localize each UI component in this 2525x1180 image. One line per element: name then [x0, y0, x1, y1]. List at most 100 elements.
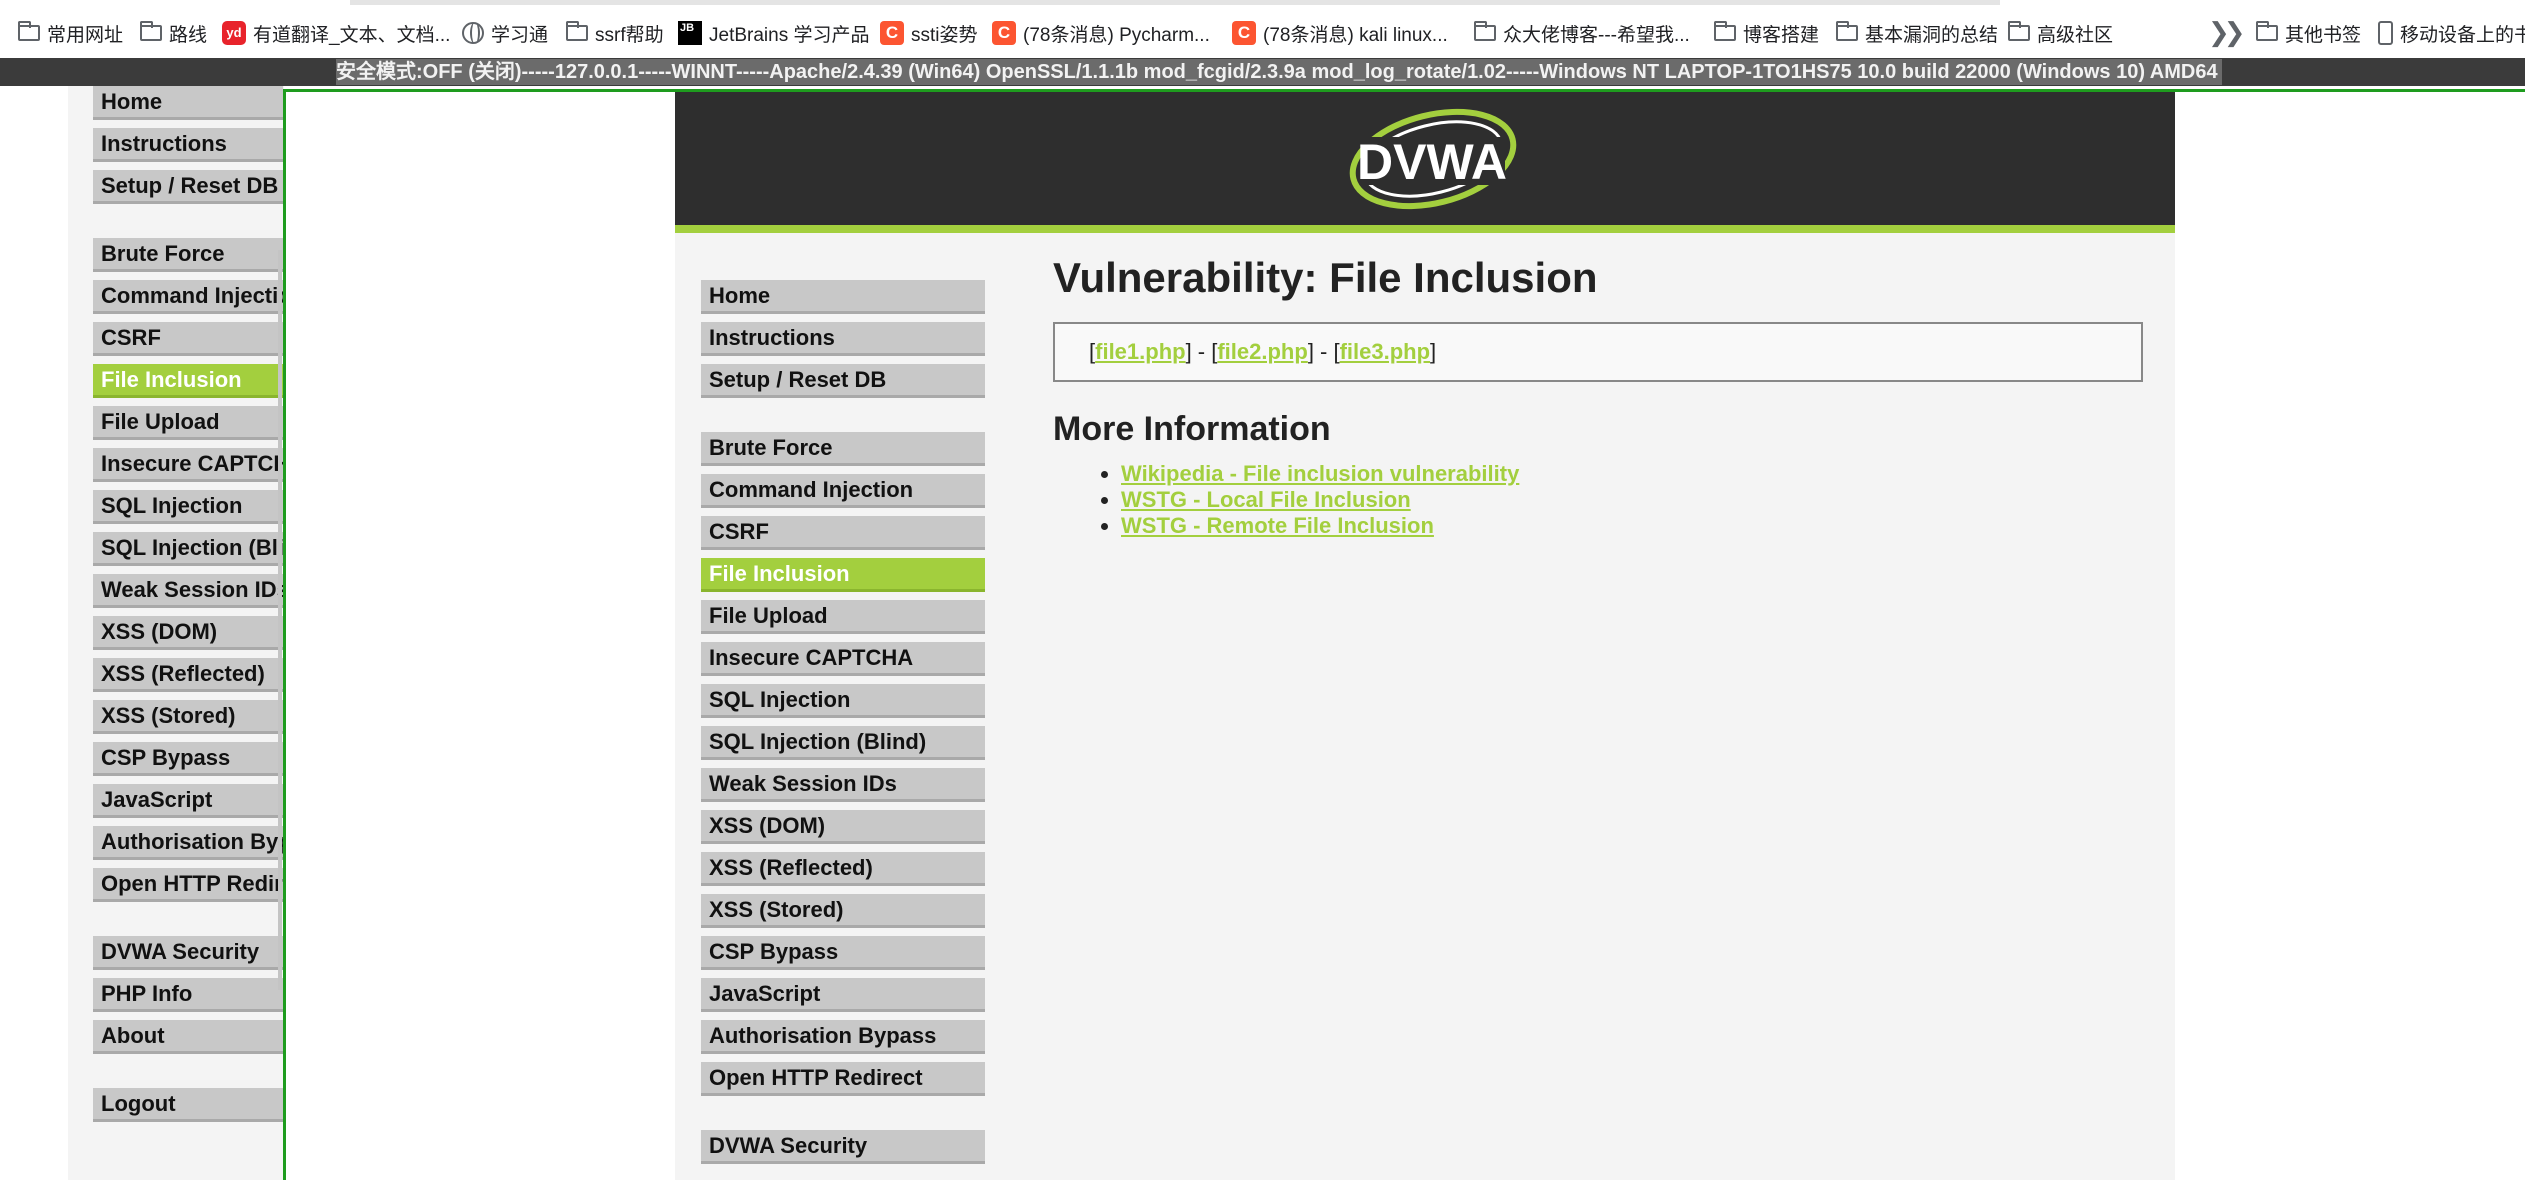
globe-icon [462, 22, 484, 44]
outer-menu-insecure-captcha[interactable]: Insecure CAPTCHA [93, 448, 283, 482]
bookmark-13[interactable]: 高级社区 [2008, 19, 2113, 47]
dvwa-page: DVWA Home Instructions Setup / Reset DB … [675, 92, 2175, 1180]
bookmarks-bar: 常用网址 路线 yd 有道翻译_文本、文档... 学习通 ssrf帮助 JB Jet… [0, 0, 2525, 58]
bookmark-4[interactable]: 学习通 [462, 19, 548, 47]
sidebar-menu: Home Instructions Setup / Reset DB Brute… [701, 280, 985, 1172]
outer-menu-weak-session-ids[interactable]: Weak Session IDs [93, 574, 283, 608]
outer-menu-csrf[interactable]: CSRF [93, 322, 283, 356]
bookmark-10[interactable]: 众大佬博客---希望我... [1474, 19, 1690, 47]
outer-menu-sql-injection-blind[interactable]: SQL Injection (Blind) [93, 532, 283, 566]
menu-command-injection[interactable]: Command Injection [701, 474, 985, 508]
other-bookmarks[interactable]: 其他书签 [2256, 19, 2361, 47]
mobile-bookmarks[interactable]: 移动设备上的书 [2378, 19, 2525, 47]
menu-insecure-captcha[interactable]: Insecure CAPTCHA [701, 642, 985, 676]
menu-csrf[interactable]: CSRF [701, 516, 985, 550]
menu-authorisation-bypass[interactable]: Authorisation Bypass [701, 1020, 985, 1054]
menu-instructions[interactable]: Instructions [701, 322, 985, 356]
bookmark-9[interactable]: C (78条消息) kali linux... [1232, 19, 1448, 47]
outer-menu-about[interactable]: About [93, 1020, 283, 1054]
bookmark-label: 有道翻译_文本、文档... [253, 24, 451, 46]
menu-xss-stored[interactable]: XSS (Stored) [701, 894, 985, 928]
folder-icon [1836, 21, 1858, 41]
menu-open-http-redirect[interactable]: Open HTTP Redirect [701, 1062, 985, 1096]
menu-file-inclusion[interactable]: File Inclusion [701, 558, 985, 592]
menu-file-upload[interactable]: File Upload [701, 600, 985, 634]
main-content: Vulnerability: File Inclusion [file1.php… [1053, 254, 2143, 539]
menu-dvwa-security[interactable]: DVWA Security [701, 1130, 985, 1164]
more-bookmarks-chevron-icon[interactable]: ❯❯ [2208, 17, 2245, 48]
bookmark-label: 学习通 [491, 24, 549, 46]
outer-menu-csp-bypass[interactable]: CSP Bypass [93, 742, 283, 776]
file-links-box: [file1.php] - [file2.php] - [file3.php] [1053, 322, 2143, 382]
list-item: Wikipedia - File inclusion vulnerability [1121, 461, 2143, 487]
folder-icon [2008, 21, 2030, 41]
bookmark-12[interactable]: 基本漏洞的总结 [1836, 19, 1998, 47]
wstg-lfi-link[interactable]: WSTG - Local File Inclusion [1121, 487, 1411, 512]
bookmark-8[interactable]: C (78条消息) Pycharm... [992, 19, 1210, 47]
outer-menu-xss-reflected[interactable]: XSS (Reflected) [93, 658, 283, 692]
server-info-bar: 安全模式:OFF (关闭)-----127.0.0.1-----WINNT---… [336, 59, 2222, 85]
menu-javascript[interactable]: JavaScript [701, 978, 985, 1012]
menu-setup-reset-db[interactable]: Setup / Reset DB [701, 364, 985, 398]
bookmark-11[interactable]: 博客搭建 [1714, 19, 1819, 47]
outer-menu-xss-dom[interactable]: XSS (DOM) [93, 616, 283, 650]
outer-menu-instructions[interactable]: Instructions [93, 128, 283, 162]
menu-xss-dom[interactable]: XSS (DOM) [701, 810, 985, 844]
bookmark-label: ssti姿势 [911, 24, 978, 46]
bookmark-6[interactable]: JB JetBrains 学习产品 [678, 19, 869, 47]
menu-sql-injection[interactable]: SQL Injection [701, 684, 985, 718]
tab-strip-edge [350, 0, 2000, 5]
outer-menu-dvwa-security[interactable]: DVWA Security [93, 936, 283, 970]
list-item: WSTG - Remote File Inclusion [1121, 513, 2143, 539]
wikipedia-link[interactable]: Wikipedia - File inclusion vulnerability [1121, 461, 1519, 486]
menu-home[interactable]: Home [701, 280, 985, 314]
bookmark-label: 其他书签 [2285, 24, 2362, 46]
bookmark-label: (78条消息) Pycharm... [1023, 24, 1210, 46]
bookmark-label: 博客搭建 [1743, 24, 1820, 46]
folder-icon [1714, 21, 1736, 41]
outer-menu-file-upload[interactable]: File Upload [93, 406, 283, 440]
bookmark-label: 移动设备上的书 [2400, 24, 2525, 46]
outer-menu-open-http-redirect[interactable]: Open HTTP Redirect [93, 868, 283, 902]
outer-menu-command-injection[interactable]: Command Injection [93, 280, 283, 314]
menu-brute-force[interactable]: Brute Force [701, 432, 985, 466]
outer-menu-javascript[interactable]: JavaScript [93, 784, 283, 818]
bookmark-label: 众大佬博客---希望我... [1503, 24, 1690, 46]
folder-icon [566, 21, 588, 41]
bookmark-label: (78条消息) kali linux... [1263, 24, 1448, 46]
file3-link[interactable]: file3.php [1340, 339, 1430, 364]
bookmark-7[interactable]: Cssti姿势 [880, 19, 978, 47]
csdn-icon: C [880, 21, 904, 45]
outer-menu-php-info[interactable]: PHP Info [93, 978, 283, 1012]
file1-link[interactable]: file1.php [1095, 339, 1185, 364]
bookmark-2[interactable]: 路线 [140, 19, 207, 47]
bookmark-label: 常用网址 [47, 24, 124, 46]
menu-weak-session-ids[interactable]: Weak Session IDs [701, 768, 985, 802]
folder-icon [18, 21, 40, 41]
menu-sql-injection-blind[interactable]: SQL Injection (Blind) [701, 726, 985, 760]
menu-csp-bypass[interactable]: CSP Bypass [701, 936, 985, 970]
outer-menu-brute-force[interactable]: Brute Force [93, 238, 283, 272]
outer-menu-xss-stored[interactable]: XSS (Stored) [93, 700, 283, 734]
dvwa-logo: DVWA [1349, 108, 1517, 210]
more-info-list: Wikipedia - File inclusion vulnerability… [1053, 461, 2143, 539]
outer-menu-sql-injection[interactable]: SQL Injection [93, 490, 283, 524]
folder-icon [2256, 21, 2278, 41]
youdao-icon: yd [222, 21, 246, 45]
bookmark-label: 高级社区 [2037, 24, 2114, 46]
outer-menu-logout[interactable]: Logout [93, 1088, 283, 1122]
file2-link[interactable]: file2.php [1217, 339, 1307, 364]
outer-menu-home[interactable]: Home [93, 86, 283, 120]
menu-xss-reflected[interactable]: XSS (Reflected) [701, 852, 985, 886]
bookmark-5[interactable]: ssrf帮助 [566, 19, 664, 47]
outer-scrollbar[interactable] [278, 250, 282, 990]
jetbrains-icon: JB [678, 21, 702, 45]
wstg-rfi-link[interactable]: WSTG - Remote File Inclusion [1121, 513, 1434, 538]
bookmark-1[interactable]: 常用网址 [18, 19, 123, 47]
bookmark-3[interactable]: yd 有道翻译_文本、文档... [222, 19, 450, 47]
folder-icon [1474, 21, 1496, 41]
outer-menu-file-inclusion[interactable]: File Inclusion [93, 364, 283, 398]
list-item: WSTG - Local File Inclusion [1121, 487, 2143, 513]
outer-menu-authorisation-bypass[interactable]: Authorisation Bypass [93, 826, 283, 860]
outer-menu-setup[interactable]: Setup / Reset DB [93, 170, 283, 204]
